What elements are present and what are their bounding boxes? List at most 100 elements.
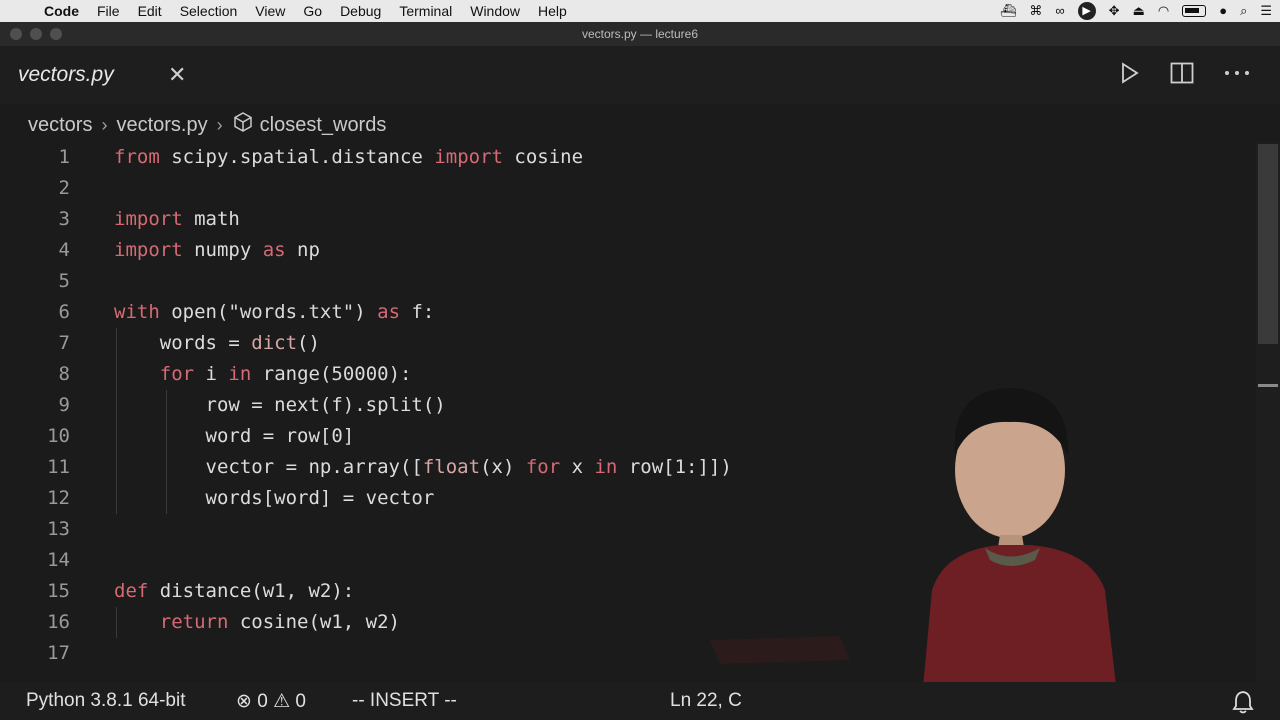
line-number: 9 (58, 394, 70, 416)
python-interpreter[interactable]: Python 3.8.1 64-bit (26, 690, 186, 712)
code-text: for i in range(50000): (159, 363, 412, 385)
notification-center-icon[interactable]: ☰ (1260, 0, 1272, 22)
code-line: 9 row = next(f).split() (0, 390, 1256, 421)
menu-help[interactable]: Help (529, 0, 576, 22)
scrollbar-cursor-marker (1258, 384, 1278, 387)
bell-icon[interactable] (1232, 690, 1254, 720)
code-line: 17 (0, 638, 1256, 669)
code-text: from scipy.spatial.distance import cosin… (114, 146, 584, 168)
menu-selection[interactable]: Selection (171, 0, 247, 22)
battery-icon[interactable] (1182, 5, 1207, 17)
window-title-bar: vectors.py — lecture6 (0, 22, 1280, 46)
zoom-window-button[interactable] (50, 28, 62, 40)
run-icon[interactable] (1120, 62, 1140, 84)
code-line: 3 import math (0, 204, 1256, 235)
line-number: 16 (47, 611, 70, 633)
user-icon[interactable]: ● (1219, 0, 1227, 22)
code-text: import numpy as np (114, 239, 320, 261)
tab-label: vectors.py (18, 63, 114, 86)
line-number: 14 (47, 549, 70, 571)
line-number: 5 (58, 270, 70, 292)
tab-vectors-py[interactable]: vectors.py ✕ (0, 46, 210, 104)
error-count: 0 (257, 691, 268, 712)
cube-icon (232, 111, 254, 139)
code-line: 7 words = dict() (0, 328, 1256, 359)
menu-view[interactable]: View (246, 0, 294, 22)
code-text: row = next(f).split() (114, 394, 446, 416)
scrollbar-thumb[interactable] (1258, 144, 1278, 344)
line-number: 10 (47, 425, 70, 447)
menu-go[interactable]: Go (294, 0, 331, 22)
code-text: words = dict() (114, 332, 320, 354)
breadcrumb-folder[interactable]: vectors (28, 114, 92, 137)
code-line: 12 words[word] = vector (0, 483, 1256, 514)
code-text: return cosine(w1, w2) (159, 611, 400, 633)
code-line: 16 return cosine(w1, w2) (0, 607, 1256, 638)
vim-mode: -- INSERT -- (352, 690, 457, 711)
menubar-status-icons: ⛴ ⌘ ∞ ▶ ✥ ⏏ ◠ ● ⌕ ☰ (1000, 0, 1272, 22)
code-text: import math (114, 208, 240, 230)
code-line: 4 import numpy as np (0, 235, 1256, 266)
menu-window[interactable]: Window (461, 0, 529, 22)
line-number: 4 (58, 239, 70, 261)
line-number: 2 (58, 177, 70, 199)
problems-indicator[interactable]: ⊗ 0 ⚠ 0 (236, 690, 306, 713)
line-number: 17 (47, 642, 70, 664)
menu-app[interactable]: Code (40, 0, 88, 22)
close-icon[interactable]: ✕ (168, 62, 186, 88)
eject-icon[interactable]: ⏏ (1133, 0, 1145, 22)
code-text: with open("words.txt") as f: (114, 301, 435, 323)
menu-file[interactable]: File (88, 0, 129, 22)
docker-icon[interactable]: ⛴ (1000, 0, 1017, 22)
code-line: 13 (0, 514, 1256, 545)
move-icon[interactable]: ✥ (1109, 0, 1120, 22)
line-number: 8 (58, 363, 70, 385)
code-text: vector = np.array([float(x) for x in row… (114, 456, 732, 478)
line-number: 13 (47, 518, 70, 540)
window-title: vectors.py — lecture6 (581, 27, 699, 41)
editor-scrollbar[interactable] (1256, 142, 1280, 682)
code-line: 8 for i in range(50000): (0, 359, 1256, 390)
menu-bar: Code File Edit Selection View Go Debug T… (0, 0, 1280, 22)
menu-edit[interactable]: Edit (129, 0, 171, 22)
minimize-window-button[interactable] (30, 28, 42, 40)
code-line: 2 (0, 173, 1256, 204)
code-line: 10 word = row[0] (0, 421, 1256, 452)
error-icon: ⊗ (236, 691, 252, 712)
spotlight-search-icon[interactable]: ⌕ (1240, 0, 1247, 22)
line-number: 3 (58, 208, 70, 230)
cursor-position[interactable]: Ln 22, C (670, 690, 742, 712)
line-number: 15 (47, 580, 70, 602)
code-line: 5 (0, 266, 1256, 297)
play-circle-icon[interactable]: ▶ (1077, 2, 1096, 20)
line-number: 6 (58, 301, 70, 323)
code-text: words[word] = vector (114, 487, 435, 509)
menu-terminal[interactable]: Terminal (390, 0, 461, 22)
line-number: 1 (58, 146, 70, 168)
wifi-icon[interactable]: ◠ (1158, 0, 1169, 22)
breadcrumb-file[interactable]: vectors.py (116, 114, 207, 137)
warning-count: 0 (295, 691, 306, 712)
more-icon[interactable] (1224, 68, 1250, 78)
code-text: def distance(w1, w2): (114, 580, 355, 602)
line-number: 11 (47, 456, 70, 478)
close-window-button[interactable] (10, 28, 22, 40)
line-number: 7 (58, 332, 70, 354)
chevron-right-icon: › (101, 114, 108, 135)
line-number: 12 (47, 487, 70, 509)
breadcrumb: vectors › vectors.py › closest_words (28, 110, 386, 140)
status-bar: Python 3.8.1 64-bit ⊗ 0 ⚠ 0 -- INSERT --… (0, 682, 1280, 720)
code-editor[interactable]: 1 from scipy.spatial.distance import cosi… (0, 142, 1256, 682)
editor-tab-bar: vectors.py ✕ (0, 46, 1280, 104)
chevron-right-icon: › (216, 114, 223, 135)
command-icon[interactable]: ⌘ (1029, 0, 1042, 22)
glasses-icon[interactable]: ∞ (1055, 0, 1064, 22)
window-controls (10, 28, 62, 40)
code-line: 11 vector = np.array([float(x) for x in … (0, 452, 1256, 483)
warning-icon: ⚠ (273, 691, 291, 712)
code-line: 1 from scipy.spatial.distance import cosi… (0, 142, 1256, 173)
split-editor-icon[interactable] (1170, 62, 1194, 84)
code-text: word = row[0] (114, 425, 355, 447)
menu-debug[interactable]: Debug (331, 0, 390, 22)
breadcrumb-symbol[interactable]: closest_words (260, 114, 387, 137)
